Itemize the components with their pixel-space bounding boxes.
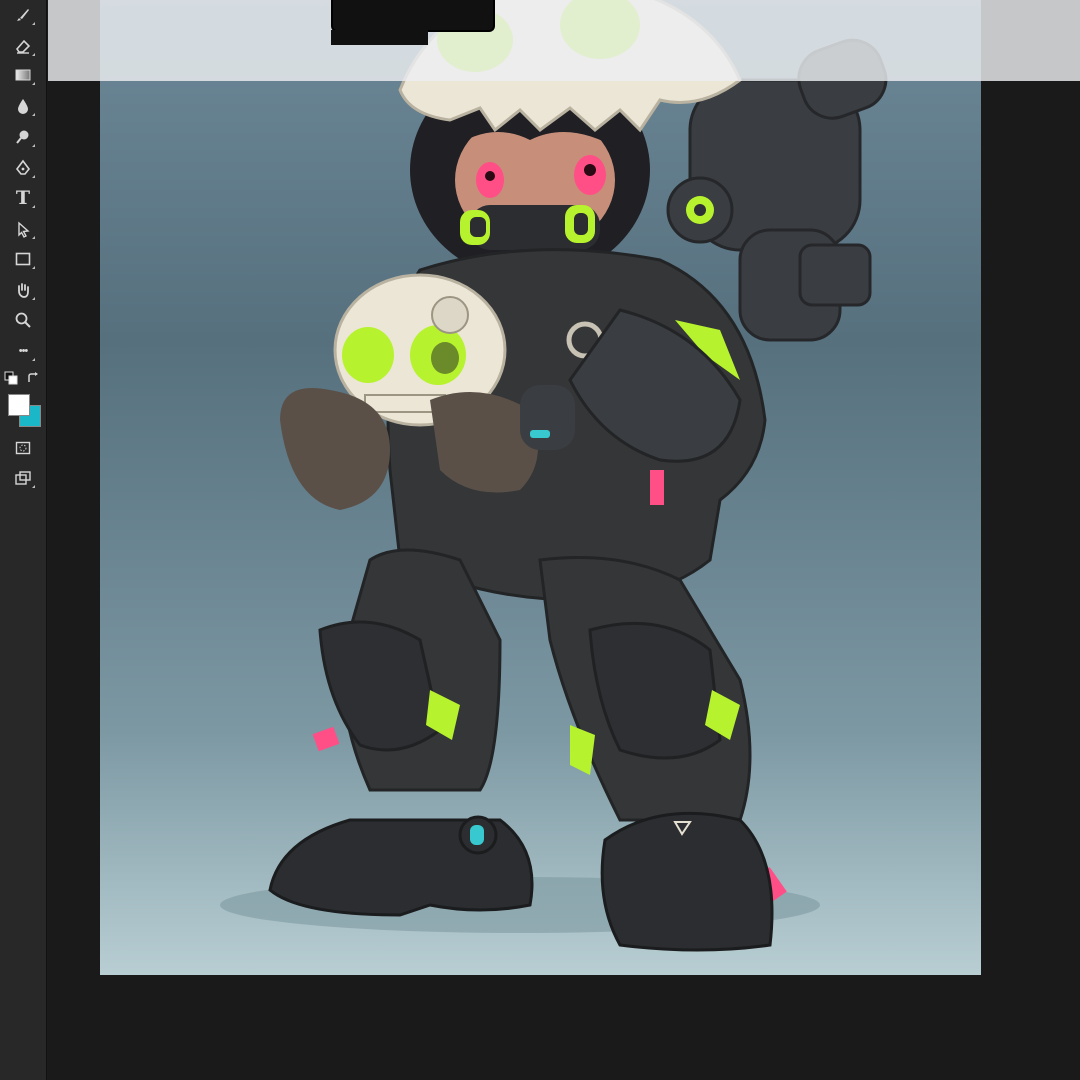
default-colors-button[interactable]: [4, 371, 18, 385]
gradient-icon: [15, 69, 31, 81]
dodge-icon: [16, 130, 29, 144]
brush-tool[interactable]: [9, 2, 37, 28]
quick-mask-tool[interactable]: [9, 435, 37, 461]
screen-mode-tool[interactable]: [9, 465, 37, 491]
path-selection-tool[interactable]: [9, 216, 37, 242]
more-tools[interactable]: •••: [9, 338, 37, 364]
blur-tool[interactable]: [9, 93, 37, 119]
zoom-icon: [15, 312, 31, 328]
quick-mask-icon: [15, 441, 31, 455]
zoom-tool[interactable]: [9, 307, 37, 333]
eraser-icon: [15, 39, 31, 54]
overlay-panel-box: [331, 0, 495, 32]
pen-tool[interactable]: [9, 155, 37, 181]
eraser-tool[interactable]: [9, 33, 37, 59]
blur-drop-icon: [18, 99, 28, 114]
gradient-tool[interactable]: [9, 62, 37, 88]
tools-panel: T •••: [0, 0, 47, 1080]
foreground-color-swatch[interactable]: [8, 394, 30, 416]
more-tools-icon: •••: [18, 345, 29, 357]
dodge-tool[interactable]: [9, 124, 37, 150]
path-select-icon: [18, 221, 30, 238]
brush-icon: [17, 9, 29, 21]
hand-icon: [18, 283, 29, 298]
default-colors-icon: [4, 371, 18, 385]
document-canvas[interactable]: [100, 0, 981, 975]
swap-arrow-icon: [28, 372, 38, 382]
pen-icon: [15, 159, 31, 175]
rectangle-tool[interactable]: [9, 246, 37, 272]
rectangle-icon: [15, 252, 31, 266]
type-tool[interactable]: T: [9, 185, 37, 211]
type-icon: T: [15, 187, 31, 209]
options-bar-overlay: [48, 0, 1080, 81]
hand-tool[interactable]: [9, 277, 37, 303]
screen-mode-icon: [15, 471, 31, 485]
character-artwork: [220, 0, 888, 952]
overlay-panel-notch: [331, 30, 428, 45]
swap-colors-button[interactable]: [26, 371, 40, 385]
